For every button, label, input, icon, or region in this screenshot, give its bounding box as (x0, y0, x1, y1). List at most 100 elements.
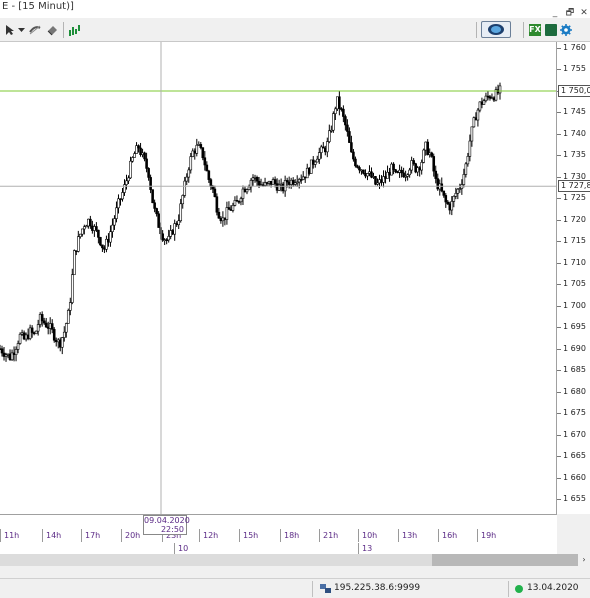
candle-body (157, 213, 160, 228)
candle-body (251, 177, 255, 181)
candle-body (2, 352, 6, 357)
bar-chart-icon[interactable] (67, 22, 81, 38)
candle-body (299, 179, 303, 181)
candle-body (344, 116, 347, 126)
candle-body (32, 332, 36, 335)
candle-body (20, 332, 24, 335)
candle-body (179, 203, 183, 222)
candle-body (121, 192, 124, 200)
candle-body (97, 229, 100, 238)
time-tick-label: 13h (402, 531, 418, 540)
candle-body (42, 320, 46, 324)
candle-body (456, 188, 460, 194)
time-tick (42, 529, 43, 542)
time-tick-label: 10h (362, 531, 378, 540)
candle-body (195, 144, 199, 154)
link-icon[interactable] (28, 22, 42, 38)
price-tick (557, 133, 561, 135)
candle-body (183, 180, 187, 196)
candle-body (127, 177, 130, 182)
dropdown-arrow-icon[interactable] (17, 22, 25, 38)
candle-body (223, 217, 227, 220)
restore-button[interactable]: 🗗 (564, 8, 576, 18)
price-tick-label: 1 660 (563, 472, 586, 482)
candle-body (370, 171, 373, 178)
price-tick-label: 1 700 (563, 300, 586, 310)
book-icon[interactable] (545, 24, 557, 36)
candle-body (217, 211, 221, 219)
candle-body (101, 244, 104, 249)
candle-body (424, 141, 428, 151)
candle-body (70, 274, 74, 303)
scroll-right-arrow-icon[interactable]: › (578, 554, 590, 566)
eraser-icon[interactable] (45, 22, 59, 38)
price-tick (557, 241, 561, 243)
candle-body (360, 169, 363, 172)
globe-button-icon[interactable] (481, 21, 511, 38)
price-tick-label: 1 735 (563, 150, 586, 160)
candle-body (498, 85, 502, 94)
chart-scrollbar[interactable]: › (0, 554, 590, 566)
candle-body (328, 130, 331, 142)
window-title: E - [15 Minut)] (2, 1, 74, 12)
candle-body (111, 224, 114, 232)
candle-body (109, 231, 112, 243)
candle-body (141, 152, 144, 155)
candle-body (364, 173, 367, 177)
price-tick-label: 1 725 (563, 193, 586, 203)
candle-body (40, 314, 44, 322)
time-tick (358, 529, 359, 542)
price-tick-label: 1 720 (563, 214, 586, 224)
price-chart[interactable] (0, 42, 557, 514)
candle-body (243, 188, 247, 193)
candle-body (66, 310, 70, 324)
candle-body (203, 157, 207, 166)
time-tick (438, 529, 439, 542)
candle-body (241, 188, 245, 199)
close-button[interactable]: ✕ (578, 8, 590, 18)
candle-body (201, 147, 205, 159)
scroll-thumb[interactable] (432, 554, 578, 566)
minimize-button[interactable]: _ (549, 8, 561, 18)
candle-body (28, 327, 32, 339)
price-tick-label: 1 655 (563, 494, 586, 503)
candle-body (412, 160, 415, 164)
candle-body (105, 238, 108, 250)
candle-body (113, 218, 116, 226)
price-tick-label: 1 685 (563, 365, 586, 375)
time-tick (319, 529, 320, 542)
fx-icon[interactable]: FX (529, 24, 541, 36)
time-tick (239, 529, 240, 542)
candle-body (474, 117, 478, 121)
candle-body (24, 334, 28, 340)
candle-body (392, 163, 395, 170)
price-tick-label: 1 680 (563, 386, 586, 396)
crosshair-date-label: 09.04.2020 22:50 (143, 515, 190, 535)
candle-body (366, 173, 369, 177)
candlestick-chart[interactable] (0, 42, 557, 514)
candle-body (307, 167, 311, 174)
candle-body (442, 190, 446, 196)
candle-body (482, 100, 486, 105)
price-tick-label: 1 695 (563, 322, 586, 332)
price-tick-label: 1 760 (563, 43, 586, 52)
candle-body (334, 108, 337, 114)
candle-body (291, 179, 295, 185)
candle-body (99, 237, 102, 246)
cursor-icon[interactable] (4, 22, 16, 38)
price-tick (557, 413, 561, 415)
candle-body (115, 207, 118, 219)
candle-body (60, 337, 64, 348)
scroll-track[interactable] (0, 554, 432, 566)
candle-body (376, 182, 379, 185)
candle-body (293, 182, 297, 185)
price-tick (557, 112, 561, 114)
candle-body (213, 188, 217, 198)
candle-body (488, 96, 492, 99)
candle-body (378, 179, 381, 184)
candle-body (8, 353, 12, 361)
crosshair-price-label: 1 727,8 (558, 180, 590, 193)
gear-icon[interactable] (560, 22, 572, 38)
candle-body (171, 230, 174, 235)
candle-body (197, 144, 201, 146)
